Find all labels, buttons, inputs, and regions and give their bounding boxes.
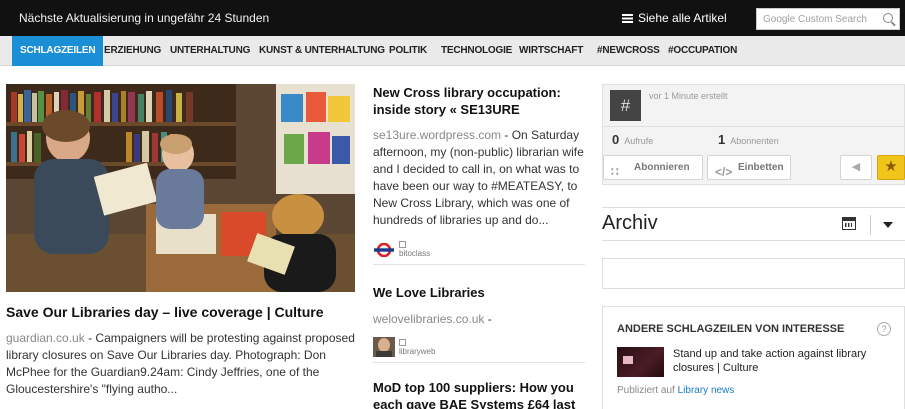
tab-unterhaltung[interactable]: UNTERHALTUNG: [170, 36, 250, 66]
featured-excerpt: guardian.co.uk - Campaigners will be pro…: [6, 331, 355, 396]
tab-politik[interactable]: POLITIK: [389, 36, 427, 66]
featured-title[interactable]: Save Our Libraries day – live coverage |…: [6, 304, 324, 320]
library-photo: [6, 84, 355, 292]
tab-occupation[interactable]: #OCCUPATION: [668, 36, 737, 66]
divider: [870, 215, 871, 235]
article-1-source[interactable]: se13ure.wordpress.com: [373, 128, 501, 142]
speaker-icon: ◀︎: [851, 161, 861, 173]
article-divider: [373, 264, 585, 265]
topic-stats: 0 Aufrufe 1 Abonnenten: [603, 126, 904, 150]
featured-source[interactable]: guardian.co.uk: [6, 331, 85, 345]
archive-title: Archiv: [602, 212, 658, 234]
views-stat: 0 Aufrufe: [612, 132, 654, 147]
other-headline-link[interactable]: Stand up and take action against library…: [673, 347, 898, 375]
published-on: Publiziert auf Library news: [617, 385, 735, 396]
category-nav: SCHLAGZEILEN ERZIEHUNG UNTERHALTUNG KUNS…: [0, 36, 905, 66]
headline-thumbnail[interactable]: [617, 347, 664, 377]
help-icon[interactable]: ?: [877, 322, 891, 336]
curator-avatar: [373, 337, 395, 357]
tab-kunst-unterhaltung[interactable]: KUNST & UNTERHALTUNG: [259, 36, 385, 66]
rss-icon: ∷: [611, 165, 619, 179]
other-headlines: ANDERE SCHLAGZEILEN VON INTERESSE ? Stan…: [602, 306, 905, 409]
embed-button[interactable]: </> Einbetten: [707, 155, 791, 180]
article-2-credit: libraryweb: [373, 337, 435, 357]
created-time: vor 1 Minute erstellt: [649, 91, 728, 101]
tab-newcross[interactable]: #NEWCROSS: [597, 36, 660, 66]
topic-info-box: # vor 1 Minute erstellt 0 Aufrufe 1 Abonne…: [602, 84, 905, 185]
article-1: New Cross library occupation: inside sto…: [373, 84, 585, 229]
tab-erziehung[interactable]: ERZIEHUNG: [104, 36, 161, 66]
search-input[interactable]: [757, 9, 875, 30]
article-2-curator[interactable]: libraryweb: [399, 347, 435, 356]
chevron-down-icon[interactable]: [883, 222, 893, 228]
archive-section: Archiv: [602, 207, 905, 241]
article-2-source[interactable]: welovelibraries.co.uk: [373, 312, 484, 326]
topic-avatar: #: [610, 90, 641, 121]
search-icon[interactable]: [883, 13, 893, 23]
article-2-excerpt: welovelibraries.co.uk -: [373, 312, 492, 326]
article-1-excerpt: se13ure.wordpress.com - On Saturday afte…: [373, 128, 584, 227]
action-buttons: ∷ Abonnieren </> Einbetten ◀︎ ★: [603, 155, 905, 183]
published-link[interactable]: Library news: [678, 385, 735, 396]
code-icon: </>: [715, 165, 733, 179]
tab-technologie[interactable]: TECHNOLOGIE: [441, 36, 512, 66]
curator-icon: [399, 338, 406, 346]
article-1-curator[interactable]: bitoclass: [399, 249, 430, 258]
tube-logo-icon: [374, 242, 394, 257]
archive-dropdown-field[interactable]: [602, 258, 905, 289]
article-1-title[interactable]: New Cross library occupation: inside sto…: [373, 84, 585, 118]
followers-stat: 1 Abonnenten: [718, 132, 779, 147]
favorite-button[interactable]: ★: [877, 155, 905, 180]
calendar-icon[interactable]: [842, 217, 856, 230]
curator-icon: [399, 241, 406, 248]
article-divider: [373, 362, 585, 363]
mute-button[interactable]: ◀︎: [840, 155, 872, 180]
follow-button[interactable]: ∷ Abonnieren: [603, 155, 703, 180]
tab-wirtschaft[interactable]: WIRTSCHAFT: [519, 36, 583, 66]
update-notice: Nächste Aktualisierung in ungefähr 24 St…: [19, 11, 270, 25]
article-1-credit: bitoclass: [373, 241, 430, 258]
list-icon: [622, 14, 633, 23]
other-headlines-title: ANDERE SCHLAGZEILEN VON INTERESSE: [617, 323, 845, 335]
article-2-title[interactable]: We Love Libraries: [373, 284, 585, 301]
top-bar: Nächste Aktualisierung in ungefähr 24 St…: [0, 0, 905, 36]
see-all-articles-link[interactable]: Siehe alle Artikel: [622, 11, 727, 25]
featured-image[interactable]: [6, 84, 355, 292]
tab-schlagzeilen[interactable]: SCHLAGZEILEN: [12, 36, 104, 66]
search-box[interactable]: [756, 8, 900, 30]
article-3: MoD top 100 suppliers: How you each gave…: [373, 379, 585, 409]
article-2: We Love Libraries welovelibraries.co.uk …: [373, 284, 585, 328]
article-3-title[interactable]: MoD top 100 suppliers: How you each gave…: [373, 379, 585, 409]
star-icon: ★: [884, 158, 898, 175]
